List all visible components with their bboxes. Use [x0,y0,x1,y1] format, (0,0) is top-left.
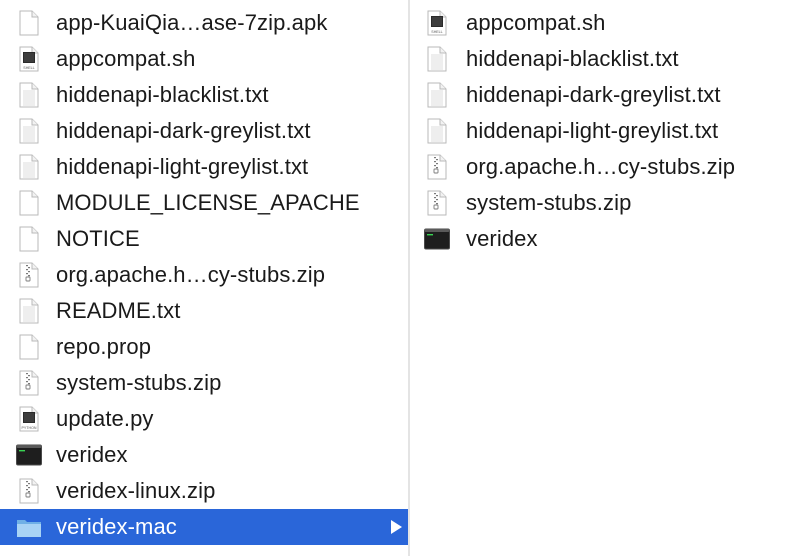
folder-icon [16,514,42,540]
file-row[interactable]: org.apache.h…cy-stubs.zip [0,257,408,293]
svg-text:SHELL: SHELL [431,30,442,34]
file-row[interactable]: README.txt [0,293,408,329]
file-row[interactable]: veridex-mac [0,509,408,545]
disclosure-arrow-icon [391,520,402,534]
file-name: hiddenapi-light-greylist.txt [466,118,719,143]
file-row[interactable]: veridex [0,437,408,473]
file-row[interactable]: MODULE_LICENSE_APACHE [0,185,408,221]
file-name: system-stubs.zip [466,190,632,215]
zip-archive-icon [424,154,450,180]
zip-archive-icon [16,262,42,288]
text-file-icon [424,118,450,144]
file-name: appcompat.sh [56,46,196,71]
file-name: README.txt [56,298,181,323]
file-row[interactable]: NOTICE [0,221,408,257]
file-name: NOTICE [56,226,140,251]
file-row[interactable]: veridex-linux.zip [0,473,408,509]
file-name: hiddenapi-blacklist.txt [466,46,679,71]
parent-column[interactable]: app-KuaiQia…ase-7zip.apk SHELL appcompat.s… [0,0,408,556]
file-row[interactable]: PYTHON update.py [0,401,408,437]
file-name: veridex-mac [56,514,177,539]
document-icon [16,190,42,216]
file-row[interactable]: hiddenapi-blacklist.txt [0,77,408,113]
text-file-icon [16,118,42,144]
file-row[interactable]: hiddenapi-blacklist.txt [410,41,808,77]
file-name: veridex-linux.zip [56,478,216,503]
file-name: hiddenapi-light-greylist.txt [56,154,309,179]
terminal-executable-icon [424,226,450,252]
shell-script-icon: SHELL [424,10,450,36]
terminal-executable-icon [16,442,42,468]
document-icon [16,226,42,252]
file-name: org.apache.h…cy-stubs.zip [466,154,736,179]
file-name: app-KuaiQia…ase-7zip.apk [56,10,328,35]
file-name: hiddenapi-dark-greylist.txt [56,118,311,143]
svg-text:PYTHON: PYTHON [22,426,37,430]
file-name: hiddenapi-blacklist.txt [56,82,269,107]
file-row[interactable]: repo.prop [0,329,408,365]
svg-text:SHELL: SHELL [23,66,34,70]
file-row[interactable]: hiddenapi-light-greylist.txt [410,113,808,149]
file-name: hiddenapi-dark-greylist.txt [466,82,721,107]
file-name: repo.prop [56,334,152,359]
document-icon [16,10,42,36]
file-name: org.apache.h…cy-stubs.zip [56,262,326,287]
file-row[interactable]: SHELL appcompat.sh [0,41,408,77]
zip-archive-icon [16,478,42,504]
folder-contents-column[interactable]: SHELL appcompat.sh hiddenapi-blacklist.txt… [410,0,808,556]
file-name: veridex [466,226,538,251]
file-name: system-stubs.zip [56,370,222,395]
file-row[interactable]: SHELL appcompat.sh [410,5,808,41]
file-name: veridex [56,442,128,467]
shell-script-icon: SHELL [16,46,42,72]
zip-archive-icon [424,190,450,216]
file-name: MODULE_LICENSE_APACHE [56,190,360,215]
file-name: update.py [56,406,154,431]
text-file-icon [16,82,42,108]
file-row[interactable]: app-KuaiQia…ase-7zip.apk [0,5,408,41]
file-row[interactable]: org.apache.h…cy-stubs.zip [410,149,808,185]
file-row[interactable]: system-stubs.zip [0,365,408,401]
text-file-icon [424,82,450,108]
text-file-icon [16,154,42,180]
file-row[interactable]: veridex [410,221,808,257]
file-row[interactable]: hiddenapi-dark-greylist.txt [410,77,808,113]
file-row[interactable]: system-stubs.zip [410,185,808,221]
file-row[interactable]: hiddenapi-light-greylist.txt [0,149,408,185]
text-file-icon [16,298,42,324]
document-icon [16,334,42,360]
zip-archive-icon [16,370,42,396]
python-script-icon: PYTHON [16,406,42,432]
text-file-icon [424,46,450,72]
file-name: appcompat.sh [466,10,606,35]
file-row[interactable]: hiddenapi-dark-greylist.txt [0,113,408,149]
